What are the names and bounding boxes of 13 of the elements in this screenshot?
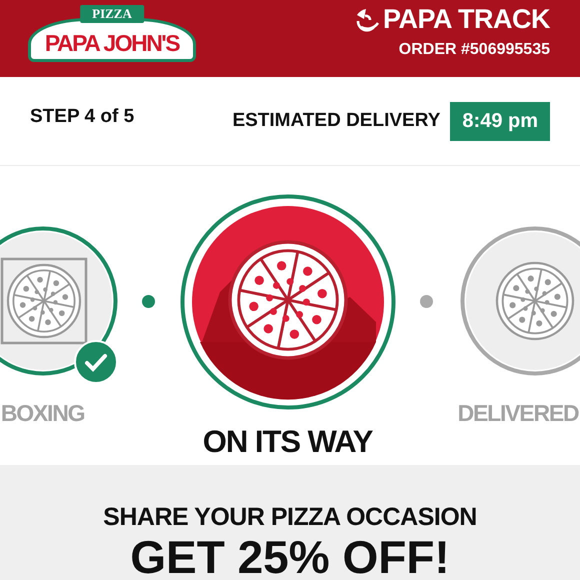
- eta-time: 8:49 pm: [450, 102, 550, 141]
- logo-banner: PIZZA: [80, 5, 144, 23]
- check-icon: [74, 340, 118, 384]
- step-label: BOXING: [0, 400, 84, 427]
- app-title: PAPA TRACK: [383, 4, 550, 35]
- logo-text: PAPA JOHN'S: [44, 30, 180, 56]
- promo-headline: GET 25% OFF!: [130, 534, 450, 580]
- step-label: DELIVERED: [458, 400, 578, 427]
- eta-label: ESTIMATED DELIVERY: [232, 110, 440, 132]
- promo-subtitle: SHARE YOUR PIZZA OCCASION: [103, 503, 477, 532]
- step-counter: STEP 4 of 5: [30, 106, 134, 128]
- step-label: ON ITS WAY: [202, 424, 372, 460]
- order-number: ORDER #506995535: [398, 41, 550, 59]
